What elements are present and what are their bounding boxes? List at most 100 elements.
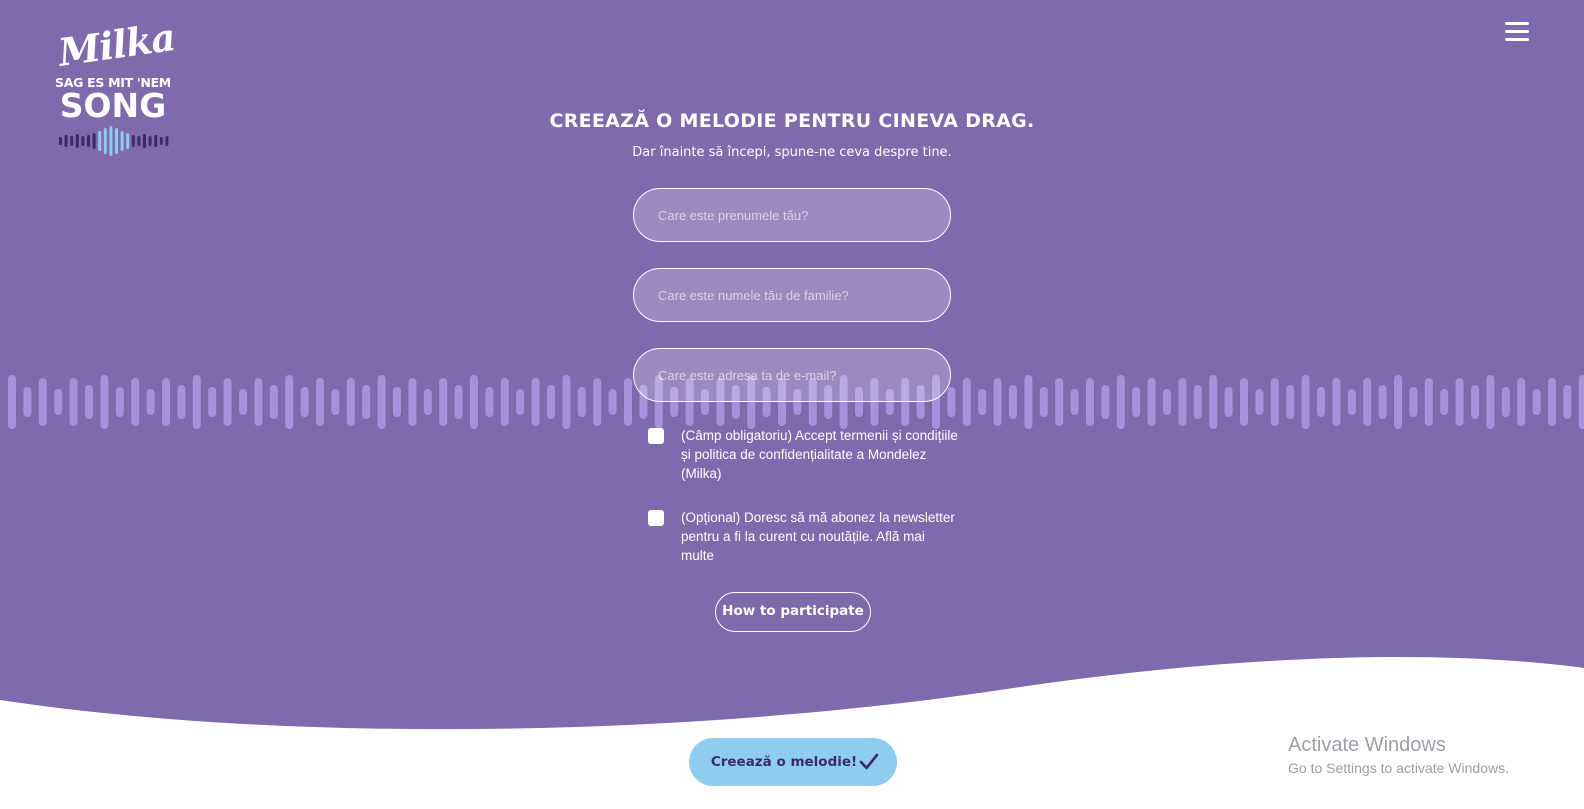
wave-bar [208,387,217,417]
wave-bar [54,389,63,415]
wave-bar [254,378,263,426]
milka-brand-logo: Milka [55,14,178,75]
wave-bar [1086,378,1094,426]
wave-bar [1116,375,1125,429]
page-subtitle: Dar înainte să începi, spune-ne ceva des… [632,145,952,160]
wave-bar [146,389,155,415]
wave-bar [1039,387,1048,417]
wave-bar [1132,387,1141,417]
wave-bar [608,389,617,415]
wave-bar [531,378,540,426]
windows-activation-watermark: Activate Windows Go to Settings to activ… [1288,733,1509,779]
wave-bar [1224,387,1233,417]
wave-bar [547,385,555,419]
first-name-input[interactable] [634,189,950,241]
wave-bar [408,378,417,426]
wave-bar [131,378,140,426]
wave-bar [239,389,247,415]
wave-bar [1563,385,1572,419]
wave-bar [1101,385,1110,419]
newsletter-checkbox-row: (Opțional) Doresc să mă abonez la newsle… [648,508,958,565]
wave-bar [485,387,494,417]
wave-bar [439,378,448,426]
wave-bar [8,375,16,429]
wave-bar [1578,375,1584,429]
wave-bar [1455,378,1464,426]
wave-bar [470,375,478,429]
wave-bar [593,378,602,426]
hamburger-menu-icon[interactable] [1505,22,1529,44]
wave-bar [1147,378,1156,426]
watermark-message: Go to Settings to activate Windows. [1288,760,1509,776]
wave-bar [85,385,93,419]
wave-bar [1317,387,1325,417]
wave-bar [624,378,632,426]
wave-bar [192,375,201,429]
wave-bar [516,389,525,415]
wave-bar [1009,385,1017,419]
wave-bar [23,387,32,417]
wave-bar [1178,378,1187,426]
wave-bar [562,375,571,429]
logo-eq-bar [159,137,163,145]
wave-bar [1255,389,1264,415]
terms-checkbox[interactable] [648,428,664,444]
wave-bar [1440,389,1449,415]
wave-bar [993,378,1002,426]
wave-bar [1486,375,1495,429]
terms-checkbox-label: (Câmp obligatoriu) Accept termenii și co… [681,428,958,481]
wave-bar [100,375,109,429]
wave-bar [423,389,432,415]
watermark-title: Activate Windows [1288,734,1446,756]
wave-bar [962,378,971,426]
first-name-field-wrapper [633,188,951,242]
wave-bar [978,389,987,415]
wave-bar [362,385,371,419]
wave-bar [162,378,170,426]
create-song-button-label: Creează o melodie! [710,754,858,770]
wave-bar [300,387,309,417]
wave-bar [223,378,232,426]
wave-bar [1070,389,1079,415]
wave-bar [1548,378,1556,426]
wave-bar [1424,378,1433,426]
wave-bar [1240,378,1248,426]
logo-eq-bar [59,137,62,145]
create-song-button[interactable]: Creează o melodie! [689,738,897,786]
wave-bar [38,378,47,426]
terms-checkbox-row: (Câmp obligatoriu) Accept termenii și co… [648,426,958,483]
wave-bar [1301,375,1310,429]
wave-bar [577,387,586,417]
last-name-input[interactable] [634,269,950,321]
wave-bar [1471,385,1479,419]
how-to-participate-button[interactable]: How to participate [715,592,871,632]
wave-bar [69,378,78,426]
newsletter-checkbox[interactable] [648,510,664,526]
page-title: CREEAZĂ O MELODIE PENTRU CINEVA DRAG. [549,110,1035,132]
wave-bar [1193,385,1202,419]
wave-bar [1347,389,1356,415]
wave-bar [331,389,340,415]
wave-bar [316,378,324,426]
wave-bar [377,375,386,429]
email-field-wrapper [633,348,951,402]
wave-bar [1270,378,1279,426]
wave-bar [1024,375,1033,429]
wave-bar [1055,378,1064,426]
wave-bar [346,378,355,426]
wave-bar [1517,378,1526,426]
check-icon [859,753,879,770]
wave-bar [1163,389,1171,415]
email-input[interactable] [634,349,950,401]
wave-bar [393,387,401,417]
wave-bar [1394,375,1402,429]
wave-bar [115,387,124,417]
last-name-field-wrapper [633,268,951,322]
wave-bar [1209,375,1218,429]
milka-song-logo[interactable]: Milka SAG ES MIT 'NEM SONG [52,14,177,163]
wave-bar [1378,385,1387,419]
wave-bar [454,385,463,419]
wave-bar [1363,378,1372,426]
wave-bar [269,385,278,419]
wave-bar [1532,389,1541,415]
